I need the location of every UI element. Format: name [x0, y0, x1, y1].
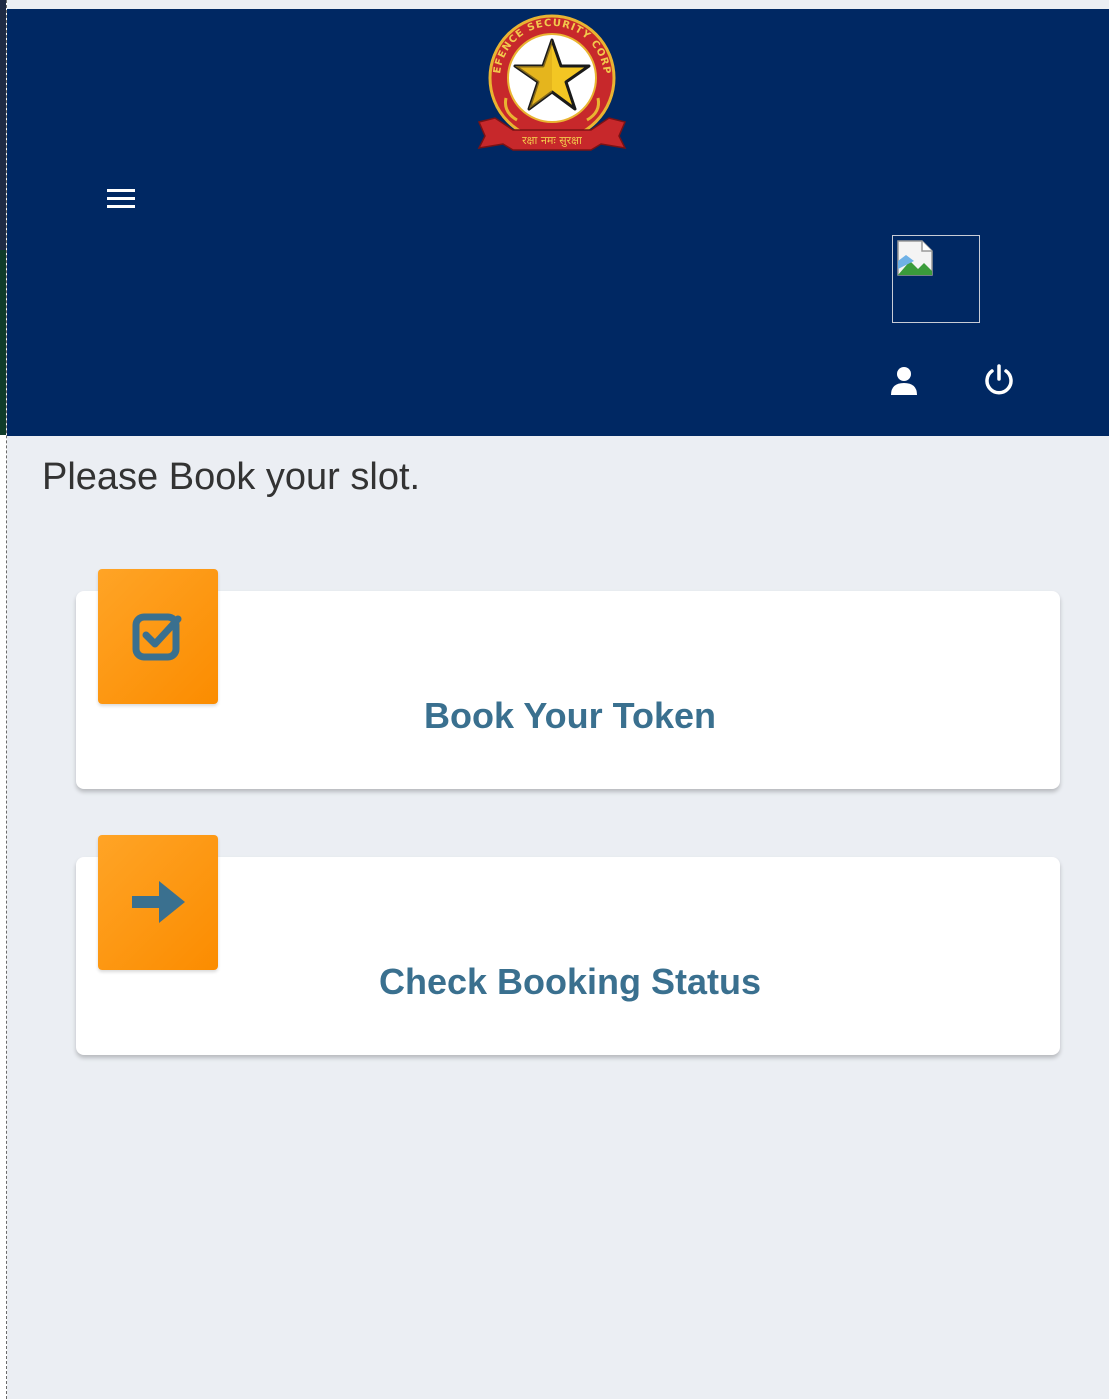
check-status-tile[interactable] — [98, 835, 218, 970]
dsc-logo: DEFENCE SECURITY CORPS रक्षा नमः सुरक्षा — [468, 4, 631, 152]
broken-profile-image — [892, 235, 980, 323]
book-token-card[interactable] — [76, 591, 1060, 789]
check-square-icon — [132, 613, 182, 661]
top-header: DEFENCE SECURITY CORPS रक्षा नमः सुरक्षा — [7, 4, 1109, 436]
check-status-label[interactable]: Check Booking Status — [0, 961, 1109, 1003]
arrow-right-icon — [132, 881, 185, 923]
hamburger-menu-icon[interactable] — [107, 189, 137, 215]
book-slot-prompt: Please Book your slot. — [42, 456, 421, 498]
user-icon[interactable] — [889, 365, 919, 397]
edge-strip-green — [0, 250, 6, 435]
check-status-card[interactable] — [76, 857, 1060, 1055]
book-token-tile[interactable] — [98, 569, 218, 704]
book-token-label[interactable]: Book Your Token — [0, 695, 1109, 737]
edge-strip-dark — [0, 0, 6, 250]
page: DEFENCE SECURITY CORPS रक्षा नमः सुरक्षा — [0, 0, 1109, 1399]
power-icon[interactable] — [982, 363, 1016, 397]
logo-motto: रक्षा नमः सुरक्षा — [522, 134, 582, 147]
